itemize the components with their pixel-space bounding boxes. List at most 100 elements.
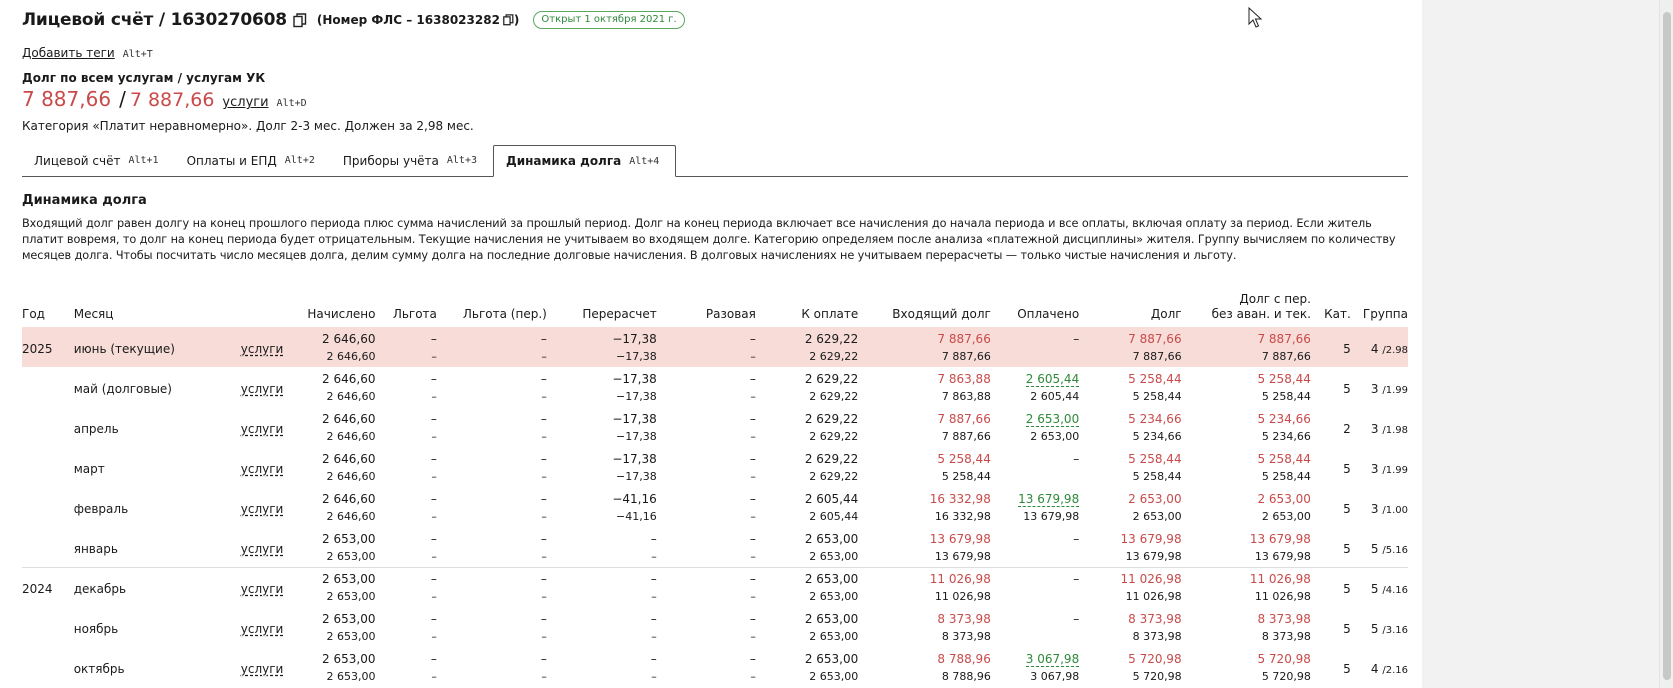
cell-onetime: – [656, 566, 756, 587]
services-link[interactable]: услуги [241, 542, 284, 556]
services-link[interactable]: услуги [241, 582, 284, 596]
copy-icon[interactable] [293, 12, 307, 28]
header-charged: Начислено [307, 307, 376, 321]
cell-to-pay: 2 629,22 [756, 447, 858, 467]
value-charged: 2 653,00 [322, 572, 376, 587]
subcell-charged: 2 653,00 [326, 630, 376, 643]
header-year: Год [22, 307, 45, 321]
value-benefit-rec: – [540, 372, 547, 386]
fls-label: (Номер ФЛС – 1638023282 [316, 13, 500, 27]
cell-benefit-rec: – [437, 647, 547, 667]
value-incoming: 8 373,98 [937, 612, 991, 626]
cell-debt: 11 026,98 [1079, 566, 1182, 587]
services-link[interactable]: услуги [241, 382, 284, 396]
tab-debt-dynamics[interactable]: Динамика долга Alt+4 [493, 145, 677, 177]
value-paid[interactable]: 2 653,00 [1025, 412, 1080, 427]
debt-table: Год Месяц Начислено Льгота Льгота (пер.)… [22, 287, 1408, 687]
subcell-benefit-rec: – [541, 510, 547, 523]
subcell-recalc: −17,38 [616, 470, 657, 483]
value-paid[interactable]: 3 067,98 [1025, 652, 1080, 667]
value-charged: 2 653,00 [322, 652, 376, 666]
value-benefit: – [430, 492, 437, 506]
subcell-incoming: 7 887,66 [941, 430, 991, 443]
subcell-debt: 13 679,98 [1125, 549, 1182, 563]
cell-paid: – [991, 607, 1079, 627]
subcell-charged: 2 646,60 [326, 430, 376, 443]
fls-number: (Номер ФЛС – 1638023282 ) [317, 13, 520, 27]
services-link[interactable]: услуги [241, 662, 284, 676]
value-paid[interactable]: 13 679,98 [1018, 492, 1080, 507]
cell-cat: 5 [1343, 622, 1351, 636]
group-months: /1.98 [1382, 425, 1408, 436]
scrollbar-thumb[interactable] [1663, 12, 1671, 680]
services-link[interactable]: услуги [241, 342, 284, 356]
value-benefit: – [430, 452, 437, 466]
value-charged: 2 653,00 [322, 612, 376, 626]
cell-paid: 2 605,44 [991, 367, 1080, 387]
cell-benefit: – [375, 407, 437, 427]
cell-recalc: – [546, 566, 657, 587]
cell-benefit-rec: – [437, 407, 547, 427]
cell-year [22, 647, 74, 687]
value-onetime: – [749, 612, 756, 626]
services-link[interactable]: услуги [241, 502, 284, 516]
header-debt-adj-line1: Долг с пер. [1239, 292, 1311, 306]
header-to-pay: К оплате [801, 307, 859, 321]
copy-fls-icon[interactable] [503, 14, 514, 26]
subcell-recalc: – [651, 670, 657, 683]
debt-services-link[interactable]: услуги [222, 95, 268, 110]
value-paid: – [1073, 452, 1080, 466]
subcell-benefit-rec: – [541, 590, 547, 603]
services-link[interactable]: услуги [241, 462, 284, 476]
value-benefit-rec: – [540, 572, 547, 587]
subcell-incoming: 5 258,44 [941, 470, 991, 483]
subcell-onetime: – [656, 347, 756, 367]
header-benefit: Льгота [392, 307, 437, 321]
cell-to-pay: 2 653,00 [755, 566, 859, 587]
services-link[interactable]: услуги [241, 622, 284, 636]
subcell-paid [991, 467, 1079, 487]
group-number: 4 [1370, 342, 1379, 356]
value-recalc: – [650, 652, 657, 666]
cell-services: услуги [241, 487, 284, 527]
add-tags-link[interactable]: Добавить теги [22, 46, 115, 60]
cell-group: 3 /1.00 [1351, 487, 1408, 527]
subcell-charged: 2 653,00 [326, 549, 376, 563]
subcell-charged: 2 646,60 [326, 390, 376, 403]
tab-payments[interactable]: Оплаты и ЕПД Alt+2 [175, 145, 331, 176]
subcell-benefit: – [431, 390, 437, 403]
cell-debt-adj: 13 679,98 [1182, 527, 1311, 547]
cell-year [22, 527, 74, 567]
value-incoming: 7 863,88 [937, 372, 991, 386]
group-number: 3 [1370, 422, 1379, 436]
cell-month: март [73, 462, 105, 476]
value-debt: 5 234,66 [1128, 412, 1182, 426]
value-debt-adj: 2 653,00 [1257, 492, 1311, 506]
value-onetime: – [749, 452, 756, 466]
value-recalc: – [650, 612, 657, 626]
subcell-debt: 5 258,44 [1132, 470, 1182, 483]
cell-benefit: – [375, 566, 437, 587]
cell-incoming: 7 863,88 [858, 367, 991, 387]
value-debt-adj: 11 026,98 [1249, 572, 1311, 587]
value-debt: 2 653,00 [1128, 492, 1182, 506]
tab-meters[interactable]: Приборы учёта Alt+3 [331, 145, 493, 176]
value-debt: 5 258,44 [1128, 372, 1182, 386]
value-to-pay: 2 605,44 [804, 492, 859, 506]
cell-benefit: – [375, 647, 437, 667]
tab-account[interactable]: Лицевой счёт Alt+1 [22, 145, 175, 176]
scrollbar[interactable] [1659, 0, 1673, 688]
subcell-to-pay: 2 653,00 [809, 630, 859, 643]
value-paid[interactable]: 2 605,44 [1025, 372, 1080, 387]
value-benefit-rec: – [540, 452, 547, 466]
subcell-onetime: – [750, 670, 756, 683]
subcell-charged: 2 646,60 [279, 347, 376, 367]
value-onetime: – [749, 572, 756, 587]
services-link[interactable]: услуги [241, 422, 284, 436]
table-row: апрель услуги 2 646,60 – – −17,38 – 2 629,22 7 8… [22, 407, 1408, 436]
tab-hotkey: Alt+1 [128, 155, 159, 166]
subcell-debt-adj: 7 887,66 [1181, 347, 1311, 367]
debt-category: Категория «Платит неравномерно». Долг 2-… [22, 119, 474, 133]
header-debt: Долг [1150, 307, 1182, 321]
cell-debt: 5 234,66 [1079, 407, 1181, 427]
